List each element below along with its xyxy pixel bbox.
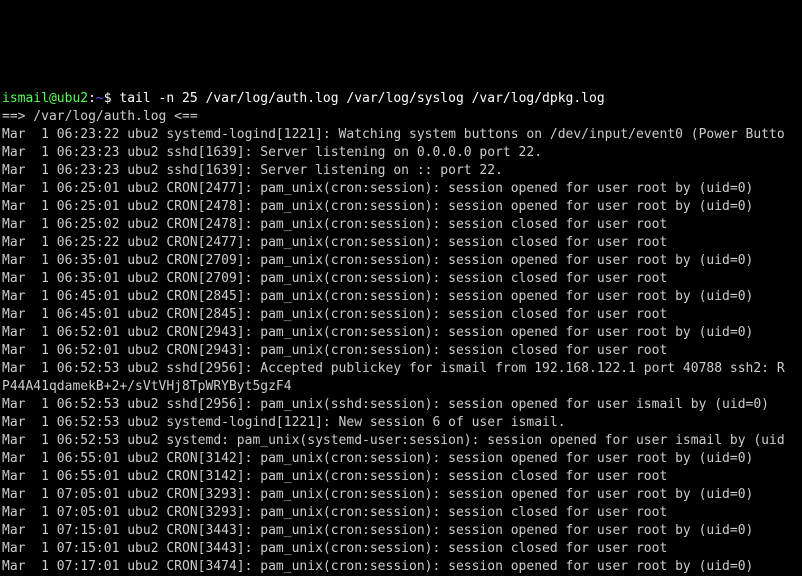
output-line: Mar 1 06:35:01 ubu2 CRON[2709]: pam_unix… <box>2 253 753 268</box>
output-line: Mar 1 07:05:01 ubu2 CRON[3293]: pam_unix… <box>2 487 753 502</box>
terminal-viewport[interactable]: ismail@ubu2:~$ tail -n 25 /var/log/auth.… <box>0 90 802 576</box>
output-line: Mar 1 06:52:53 ubu2 systemd-logind[1221]… <box>2 415 566 430</box>
output-line: Mar 1 06:35:01 ubu2 CRON[2709]: pam_unix… <box>2 271 667 286</box>
output-line: Mar 1 06:25:22 ubu2 CRON[2477]: pam_unix… <box>2 235 667 250</box>
output-line: Mar 1 06:23:23 ubu2 sshd[1639]: Server l… <box>2 145 542 160</box>
output-line: Mar 1 07:15:01 ubu2 CRON[3443]: pam_unix… <box>2 523 753 538</box>
output-line: Mar 1 07:05:01 ubu2 CRON[3293]: pam_unix… <box>2 505 667 520</box>
output-line: Mar 1 07:15:01 ubu2 CRON[3443]: pam_unix… <box>2 541 667 556</box>
output-line: P44A41qdamekB+2+/sVtVHj8TpWRYByt5gzF4 <box>2 379 292 394</box>
command-input[interactable]: tail -n 25 /var/log/auth.log /var/log/sy… <box>119 91 604 106</box>
prompt-dollar: $ <box>104 91 120 106</box>
prompt-cwd: ~ <box>96 91 104 106</box>
output-line: Mar 1 06:23:22 ubu2 systemd-logind[1221]… <box>2 127 785 142</box>
output-line: Mar 1 06:45:01 ubu2 CRON[2845]: pam_unix… <box>2 307 667 322</box>
output-line: ==> /var/log/auth.log <== <box>2 109 198 124</box>
terminal-output: ==> /var/log/auth.log <== Mar 1 06:23:22… <box>2 108 800 576</box>
output-line: Mar 1 06:25:02 ubu2 CRON[2478]: pam_unix… <box>2 217 667 232</box>
output-line: Mar 1 06:52:53 ubu2 systemd: pam_unix(sy… <box>2 433 785 448</box>
prompt-user-host: ismail@ubu2 <box>2 91 88 106</box>
output-line: Mar 1 06:23:23 ubu2 sshd[1639]: Server l… <box>2 163 503 178</box>
output-line: Mar 1 06:52:53 ubu2 sshd[2956]: Accepted… <box>2 361 785 376</box>
output-line: Mar 1 06:52:01 ubu2 CRON[2943]: pam_unix… <box>2 343 667 358</box>
output-line: Mar 1 06:25:01 ubu2 CRON[2477]: pam_unix… <box>2 181 753 196</box>
output-line: Mar 1 07:17:01 ubu2 CRON[3474]: pam_unix… <box>2 559 753 574</box>
output-line: Mar 1 06:25:01 ubu2 CRON[2478]: pam_unix… <box>2 199 753 214</box>
output-line: Mar 1 06:52:01 ubu2 CRON[2943]: pam_unix… <box>2 325 753 340</box>
prompt-colon: : <box>88 91 96 106</box>
output-line: Mar 1 06:45:01 ubu2 CRON[2845]: pam_unix… <box>2 289 753 304</box>
output-line: Mar 1 06:52:53 ubu2 sshd[2956]: pam_unix… <box>2 397 769 412</box>
output-line: Mar 1 06:55:01 ubu2 CRON[3142]: pam_unix… <box>2 469 667 484</box>
output-line: Mar 1 06:55:01 ubu2 CRON[3142]: pam_unix… <box>2 451 753 466</box>
